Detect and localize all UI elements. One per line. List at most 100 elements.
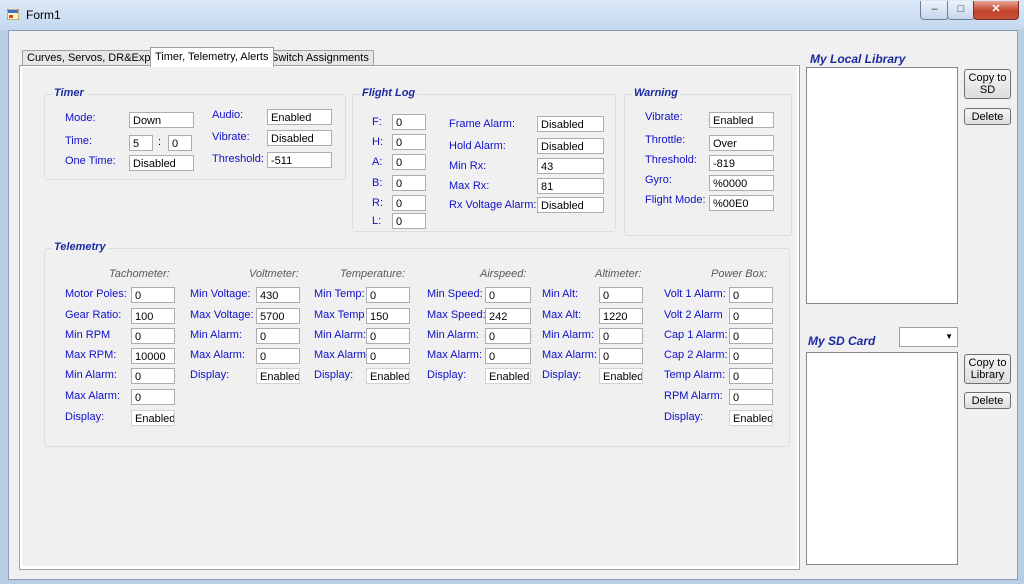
close-icon: ✕	[991, 3, 1001, 15]
telemetry-field-input[interactable]: 0	[729, 368, 773, 384]
telemetry-field-input[interactable]: 0	[485, 348, 531, 364]
telemetry-field-input[interactable]: Enabled	[599, 368, 643, 384]
telemetry-field-input[interactable]: 0	[729, 328, 773, 344]
telemetry-field-input[interactable]: Enabled	[131, 410, 175, 426]
tab-switch-assignments[interactable]: Switch Assignments	[266, 50, 374, 66]
flight-counter-label: R:	[372, 197, 383, 209]
flight-counter-label: F:	[372, 116, 382, 128]
warning-field-input[interactable]: Enabled	[709, 112, 774, 128]
window-title: Form1	[26, 8, 61, 22]
flight-counter-label: H:	[372, 136, 383, 148]
warning-group-title: Warning	[632, 87, 680, 99]
timer-minutes-input[interactable]: 5	[129, 135, 153, 151]
telemetry-temperature-header: Temperature:	[340, 268, 406, 280]
telemetry-field-label: Min Speed:	[427, 288, 483, 300]
copy-to-sd-button[interactable]: Copy to SD	[964, 69, 1011, 99]
telemetry-field-input[interactable]: 5700	[256, 308, 300, 324]
telemetry-field-input[interactable]: 0	[599, 348, 643, 364]
timer-vibrate-input[interactable]: Disabled	[267, 130, 332, 146]
minimize-button[interactable]: –	[920, 1, 949, 20]
telemetry-field-input[interactable]: Enabled	[729, 410, 773, 426]
telemetry-field-input[interactable]: 0	[366, 287, 410, 303]
telemetry-field-input[interactable]: 0	[256, 348, 300, 364]
telemetry-field-label: Max Speed:	[427, 309, 486, 321]
telemetry-field-label: Min Temp:	[314, 288, 365, 300]
sd-card-dropdown[interactable]: ▼	[899, 327, 958, 347]
maximize-button[interactable]: □	[947, 1, 975, 20]
telemetry-field-label: Cap 2 Alarm:	[664, 349, 728, 361]
telemetry-field-input[interactable]: 0	[131, 328, 175, 344]
flight-counter-input[interactable]: 0	[392, 114, 426, 130]
telemetry-field-input[interactable]: 0	[131, 389, 175, 405]
telemetry-field-label: Min Alarm:	[542, 329, 594, 341]
flight-counter-input[interactable]: 0	[392, 195, 426, 211]
flight-log-field-label: Hold Alarm:	[449, 140, 506, 152]
telemetry-field-input[interactable]: 430	[256, 287, 300, 303]
telemetry-field-input[interactable]: 0	[729, 308, 773, 324]
telemetry-field-label: Max Alt:	[542, 309, 582, 321]
telemetry-field-input[interactable]: 0	[729, 287, 773, 303]
telemetry-group-title: Telemetry	[52, 241, 108, 253]
flight-counter-input[interactable]: 0	[392, 175, 426, 191]
telemetry-field-input[interactable]: 0	[366, 348, 410, 364]
telemetry-field-label: Max Alarm:	[542, 349, 598, 361]
local-library-list[interactable]	[806, 67, 958, 304]
telemetry-field-input[interactable]: 0	[599, 287, 643, 303]
telemetry-field-input[interactable]: 150	[366, 308, 410, 324]
telemetry-field-label: Max Alarm:	[427, 349, 483, 361]
telemetry-field-input[interactable]: 100	[131, 308, 175, 324]
warning-field-input[interactable]: %0000	[709, 175, 774, 191]
telemetry-field-input[interactable]: 10000	[131, 348, 175, 364]
warning-field-input[interactable]: %00E0	[709, 195, 774, 211]
telemetry-field-input[interactable]: 0	[485, 287, 531, 303]
telemetry-field-input[interactable]: 0	[729, 348, 773, 364]
sd-card-list[interactable]	[806, 352, 958, 565]
telemetry-field-input[interactable]: 0	[256, 328, 300, 344]
telemetry-field-label: Cap 1 Alarm:	[664, 329, 728, 341]
sd-delete-button[interactable]: Delete	[964, 392, 1011, 409]
telemetry-field-input[interactable]: 0	[366, 328, 410, 344]
flight-log-field-input[interactable]: Disabled	[537, 138, 604, 154]
telemetry-field-input[interactable]: 0	[729, 389, 773, 405]
flight-counter-input[interactable]: 0	[392, 213, 426, 229]
telemetry-field-input[interactable]: 1220	[599, 308, 643, 324]
flight-log-field-input[interactable]: 81	[537, 178, 604, 194]
warning-field-input[interactable]: -819	[709, 155, 774, 171]
copy-to-library-button[interactable]: Copy to Library	[964, 354, 1011, 384]
flight-log-field-input[interactable]: Disabled	[537, 116, 604, 132]
telemetry-field-input[interactable]: 0	[485, 328, 531, 344]
flight-counter-input[interactable]: 0	[392, 154, 426, 170]
telemetry-power-box-header: Power Box:	[711, 268, 768, 280]
flight-log-field-input[interactable]: Disabled	[537, 197, 604, 213]
timer-seconds-input[interactable]: 0	[168, 135, 192, 151]
timer-threshold-input[interactable]: -511	[267, 152, 332, 168]
telemetry-field-label: Min Alarm:	[314, 329, 366, 341]
flight-counter-label: B:	[372, 177, 383, 189]
tab-curves-servos[interactable]: Curves, Servos, DR&Expo	[22, 50, 162, 66]
telemetry-field-label: Min Voltage:	[190, 288, 251, 300]
telemetry-field-input[interactable]: 242	[485, 308, 531, 324]
warning-field-label: Flight Mode:	[645, 194, 706, 206]
timer-audio-label: Audio:	[212, 109, 244, 121]
flight-counter-input[interactable]: 0	[392, 134, 426, 150]
flight-log-field-input[interactable]: 43	[537, 158, 604, 174]
chevron-down-icon: ▼	[945, 332, 953, 341]
local-delete-button[interactable]: Delete	[964, 108, 1011, 125]
timer-audio-input[interactable]: Enabled	[267, 109, 332, 125]
timer-onetime-input[interactable]: Disabled	[129, 155, 194, 171]
telemetry-field-input[interactable]: Enabled	[366, 368, 410, 384]
telemetry-field-input[interactable]: 0	[131, 368, 175, 384]
telemetry-field-input[interactable]: 0	[131, 287, 175, 303]
telemetry-field-label: Max Voltage:	[190, 309, 254, 321]
telemetry-field-input[interactable]: Enabled	[256, 368, 300, 384]
telemetry-field-label: Display:	[314, 369, 354, 381]
telemetry-field-input[interactable]: 0	[599, 328, 643, 344]
close-button[interactable]: ✕	[973, 1, 1019, 20]
telemetry-airspeed-header: Airspeed:	[480, 268, 527, 280]
tab-timer-telemetry-alerts[interactable]: Timer, Telemetry, Alerts	[150, 47, 274, 67]
flight-counter-label: A:	[372, 156, 383, 168]
telemetry-field-label: Min Alarm:	[190, 329, 242, 341]
timer-mode-input[interactable]: Down	[129, 112, 194, 128]
telemetry-field-input[interactable]: Enabled	[485, 368, 531, 384]
warning-field-input[interactable]: Over	[709, 135, 774, 151]
